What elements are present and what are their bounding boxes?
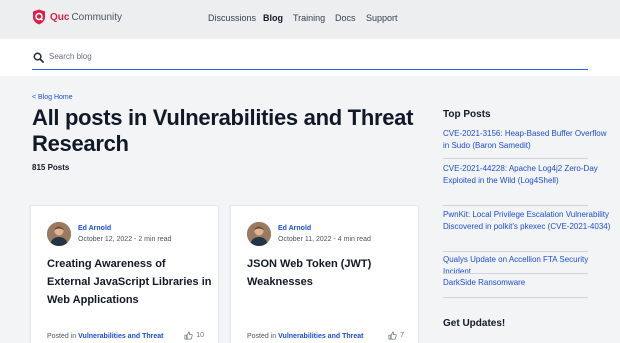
top-navigation-bar: Quc Community Discussions Blog Training D… — [0, 0, 620, 39]
search-input[interactable]: Search blog — [49, 52, 92, 61]
search-icon[interactable] — [33, 52, 44, 63]
get-updates-heading: Get Updates! — [443, 318, 506, 329]
blog-post-card[interactable]: Ed Arnold October 12, 2022 - 2 min read … — [30, 205, 219, 343]
author-photo-icon — [247, 222, 271, 246]
blog-post-card[interactable]: Ed Arnold October 11, 2022 - 4 min read … — [230, 205, 419, 343]
nav-discussions[interactable]: Discussions — [208, 13, 256, 23]
post-title[interactable]: Creating Awareness of External JavaScrip… — [47, 255, 212, 309]
post-count: 815 Posts — [32, 163, 70, 172]
author-photo-icon — [47, 222, 71, 246]
like-count: 10 — [196, 332, 204, 339]
top-post-link[interactable]: CVE-2021-44228: Apache Log4j2 Zero-Day E… — [443, 163, 613, 187]
nav-support[interactable]: Support — [366, 13, 398, 23]
post-title[interactable]: JSON Web Token (JWT) Weaknesses — [247, 255, 412, 291]
post-category-line: Posted in Vulnerabilities and Threat — [247, 333, 363, 340]
author-name[interactable]: Ed Arnold — [278, 225, 311, 232]
divider — [443, 205, 588, 206]
divider — [443, 251, 588, 252]
posted-in-label: Posted in — [247, 333, 277, 340]
author-avatar[interactable] — [47, 222, 71, 246]
divider — [443, 158, 588, 159]
logo-subtext: Community — [71, 11, 123, 23]
nav-training[interactable]: Training — [293, 13, 325, 23]
top-post-link[interactable]: PwnKit: Local Privilege Escalation Vulne… — [443, 209, 613, 233]
category-link[interactable]: Vulnerabilities and Threat — [78, 333, 163, 340]
posted-in-label: Posted in — [47, 333, 77, 340]
like-button[interactable]: 10 — [184, 331, 204, 340]
nav-blog[interactable]: Blog — [263, 13, 283, 23]
post-meta: October 12, 2022 - 2 min read — [78, 236, 172, 243]
search-underline — [32, 69, 588, 70]
divider — [443, 273, 588, 274]
author-avatar[interactable] — [247, 222, 271, 246]
top-posts-heading: Top Posts — [443, 109, 491, 120]
page-title: All posts in Vulnerabilities and Threat … — [32, 105, 414, 156]
post-meta: October 11, 2022 - 4 min read — [278, 236, 371, 243]
nav-docs[interactable]: Docs — [335, 13, 356, 23]
like-button[interactable]: 7 — [388, 331, 404, 340]
breadcrumb-blog-home[interactable]: < Blog Home — [32, 94, 73, 101]
logo-text: Quc Community — [50, 11, 123, 23]
qualys-shield-icon — [33, 9, 45, 25]
logo[interactable]: Quc Community — [32, 9, 122, 25]
category-link[interactable]: Vulnerabilities and Threat — [278, 333, 363, 340]
top-post-link[interactable]: CVE-2021-3156: Heap-Based Buffer Overflo… — [443, 128, 613, 152]
top-post-link[interactable]: DarkSide Ransomware — [443, 277, 613, 289]
top-post-link[interactable]: Qualys Update on Accellion FTA Security … — [443, 254, 613, 278]
thumbs-up-icon — [184, 331, 193, 340]
author-name[interactable]: Ed Arnold — [78, 225, 111, 232]
divider — [443, 297, 588, 298]
blog-search-bar: Search blog — [0, 39, 620, 76]
like-count: 7 — [400, 332, 404, 339]
post-category-line: Posted in Vulnerabilities and Threat — [47, 333, 163, 340]
thumbs-up-icon — [388, 331, 397, 340]
